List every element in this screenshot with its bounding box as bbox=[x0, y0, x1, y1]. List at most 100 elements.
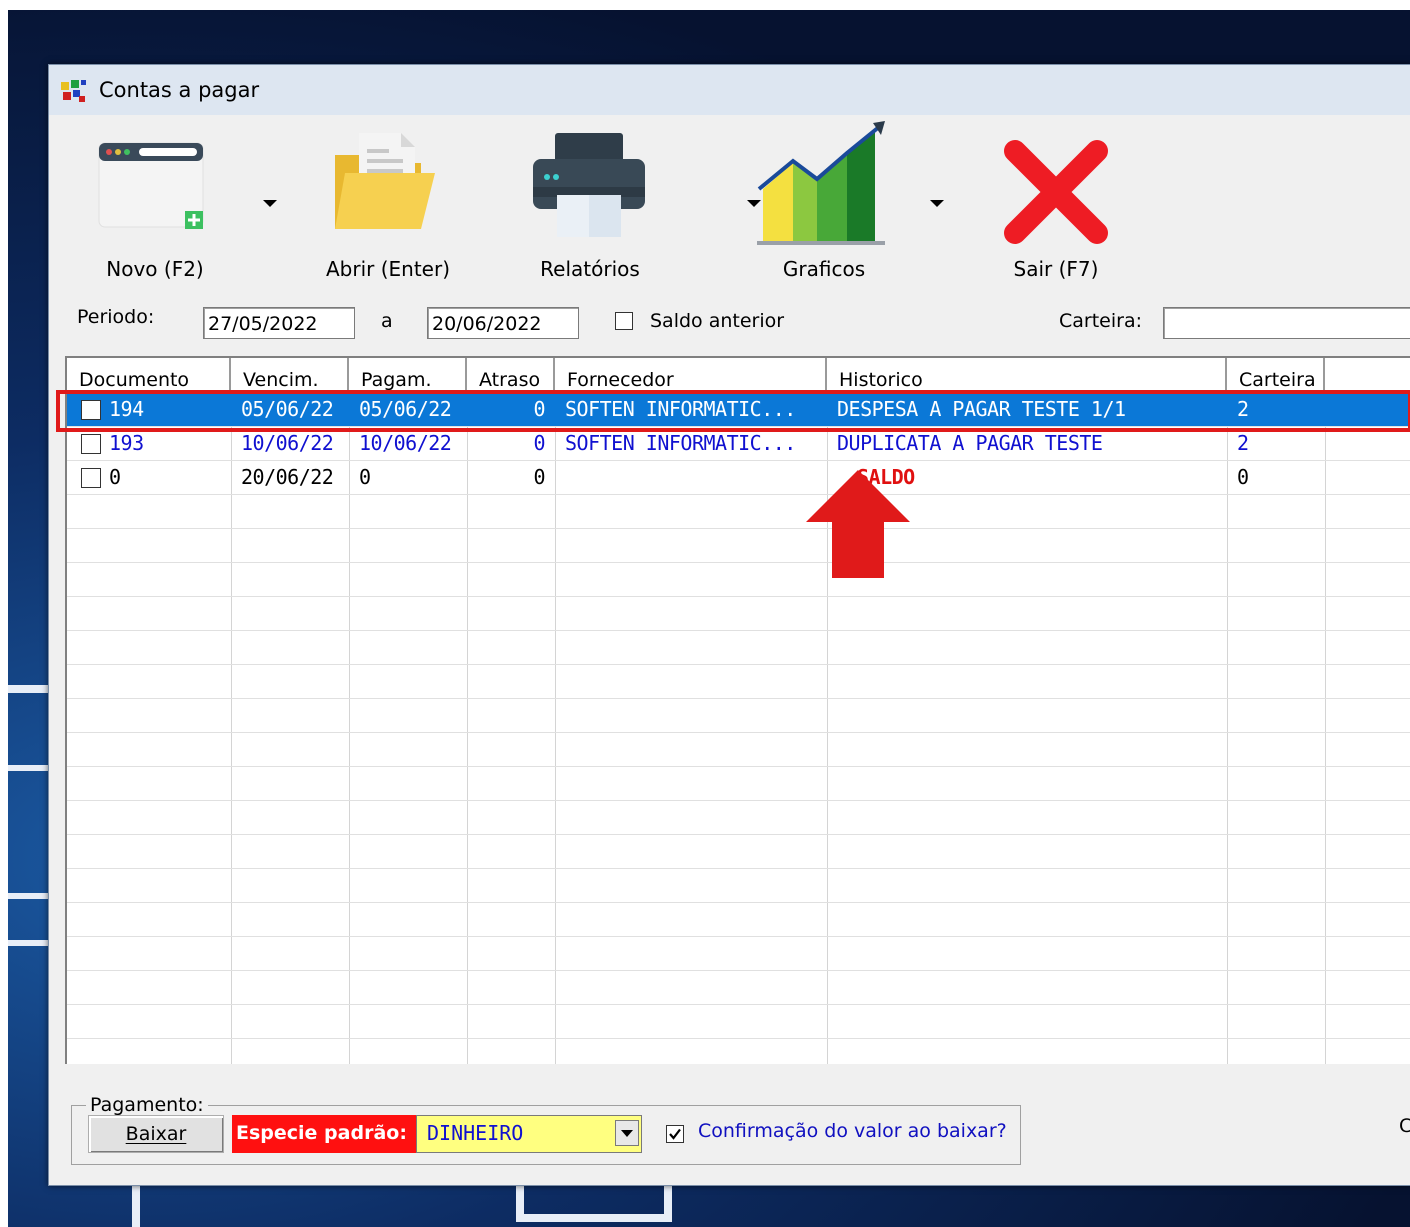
desktop-decoration bbox=[132, 1184, 140, 1227]
grid-line bbox=[67, 1004, 1410, 1005]
row-checkbox[interactable] bbox=[81, 468, 101, 488]
sair-label: Sair (F7) bbox=[1013, 257, 1099, 281]
graficos-label: Graficos bbox=[782, 257, 866, 281]
date-from-field[interactable]: 27/05/2022 bbox=[203, 307, 355, 339]
cell-fornecedor bbox=[555, 460, 827, 494]
desktop-decoration bbox=[664, 1184, 672, 1220]
grid-line bbox=[67, 698, 1410, 699]
grid-line bbox=[67, 970, 1410, 971]
col-extra-header[interactable] bbox=[1325, 358, 1410, 392]
cell-vencim: 10/06/22 bbox=[241, 431, 334, 455]
grid-line bbox=[67, 868, 1410, 869]
close-icon bbox=[1004, 140, 1108, 244]
graficos-button[interactable]: Graficos bbox=[749, 115, 959, 290]
grid-line bbox=[67, 766, 1410, 767]
abrir-button[interactable]: Abrir (Enter) bbox=[307, 115, 467, 290]
cell-documento: 193 bbox=[109, 431, 144, 455]
cell-pagam: 10/06/22 bbox=[359, 431, 452, 455]
table-row[interactable]: 193 10/06/22 10/06/22 0 SOFTEN INFORMATI… bbox=[67, 426, 1410, 460]
novo-button[interactable]: Novo (F2) bbox=[69, 115, 289, 290]
desktop-decoration bbox=[8, 940, 48, 946]
col-documento-header[interactable]: Documento bbox=[67, 358, 231, 392]
cell-atraso: 0 bbox=[533, 397, 545, 421]
novo-dropdown-arrow[interactable] bbox=[263, 200, 277, 207]
cell-fornecedor: SOFTEN INFORMATIC... bbox=[565, 397, 796, 421]
abrir-label: Abrir (Enter) bbox=[325, 257, 451, 281]
grid-header: Documento Vencim. Pagam. Atraso Forneced… bbox=[67, 358, 1410, 392]
chart-icon bbox=[757, 121, 885, 245]
sair-button[interactable]: Sair (F7) bbox=[979, 115, 1139, 290]
cell-carteira: 2 bbox=[1237, 397, 1249, 421]
checkmark-icon bbox=[669, 1128, 681, 1140]
col-carteira-header[interactable]: Carteira bbox=[1227, 358, 1325, 392]
confirmacao-label: Confirmação do valor ao baixar? bbox=[698, 1120, 1007, 1142]
truncated-right-label: C bbox=[1399, 1115, 1410, 1137]
chevron-down-icon[interactable] bbox=[615, 1120, 639, 1146]
col-vencim-header[interactable]: Vencim. bbox=[231, 358, 349, 392]
grid-line bbox=[67, 834, 1410, 835]
app-icon bbox=[61, 80, 86, 102]
saldo-anterior-checkbox[interactable] bbox=[615, 312, 633, 330]
grid-line bbox=[67, 800, 1410, 801]
cell-carteira: 0 bbox=[1237, 465, 1249, 489]
col-atraso-header[interactable]: Atraso bbox=[467, 358, 555, 392]
cell-documento: 0 bbox=[109, 465, 121, 489]
confirmacao-checkbox[interactable] bbox=[666, 1125, 684, 1143]
desktop-decoration bbox=[8, 765, 48, 771]
cell-atraso: 0 bbox=[533, 431, 545, 455]
filter-bar: Periodo: 27/05/2022 a 20/06/2022 Saldo a… bbox=[49, 290, 1410, 350]
screen-left-edge bbox=[0, 0, 8, 1227]
cell-vencim: 20/06/22 bbox=[241, 465, 334, 489]
relatorios-label: Relatórios bbox=[540, 257, 640, 281]
grid-line bbox=[67, 902, 1410, 903]
cell-pagam: 05/06/22 bbox=[359, 397, 452, 421]
date-to-field[interactable]: 20/06/2022 bbox=[427, 307, 579, 339]
pagamento-group: Pagamento: Baixar Especie padrão: DINHEI… bbox=[71, 1094, 1021, 1165]
cell-fornecedor: SOFTEN INFORMATIC... bbox=[565, 431, 796, 455]
baixar-label: Baixar bbox=[125, 1123, 187, 1145]
col-historico-header[interactable]: Historico bbox=[827, 358, 1227, 392]
especie-padrao-label: Especie padrão: bbox=[232, 1115, 416, 1153]
desktop-decoration bbox=[8, 893, 48, 899]
cell-documento: 194 bbox=[109, 397, 144, 421]
table-row[interactable]: 0 20/06/22 0 0 SALDO 0 bbox=[67, 460, 1410, 494]
carteira-field[interactable] bbox=[1163, 307, 1410, 339]
cell-atraso: 0 bbox=[533, 465, 545, 489]
toolbar: Novo (F2) Abrir (Enter) Relatórios Grafi… bbox=[49, 115, 1410, 290]
row-checkbox[interactable] bbox=[81, 400, 101, 420]
especie-padrao-select[interactable]: DINHEIRO bbox=[416, 1115, 642, 1153]
grid-line bbox=[67, 528, 1410, 529]
grid-line bbox=[67, 732, 1410, 733]
a-label: a bbox=[381, 310, 393, 332]
novo-label: Novo (F2) bbox=[106, 257, 204, 281]
grid-line bbox=[67, 494, 1410, 495]
folder-icon bbox=[335, 133, 435, 229]
cell-carteira: 2 bbox=[1237, 431, 1249, 455]
pagamento-legend: Pagamento: bbox=[86, 1094, 208, 1116]
grid-line bbox=[67, 562, 1410, 563]
contas-grid[interactable]: Documento Vencim. Pagam. Atraso Forneced… bbox=[65, 356, 1410, 1064]
contas-a-pagar-window: Contas a pagar Novo (F2) Abrir (Enter) R… bbox=[48, 64, 1410, 1186]
new-window-icon bbox=[98, 142, 204, 229]
row-checkbox[interactable] bbox=[81, 434, 101, 454]
desktop-decoration bbox=[8, 685, 48, 693]
grid-line bbox=[67, 664, 1410, 665]
periodo-label: Periodo: bbox=[77, 306, 155, 328]
grid-line bbox=[67, 936, 1410, 937]
title-bar[interactable]: Contas a pagar bbox=[49, 65, 1410, 115]
printer-icon bbox=[533, 133, 645, 237]
relatorios-button[interactable]: Relatórios bbox=[519, 115, 761, 290]
table-row[interactable]: 194 05/06/22 05/06/22 0 SOFTEN INFORMATI… bbox=[67, 392, 1410, 426]
col-fornecedor-header[interactable]: Fornecedor bbox=[555, 358, 827, 392]
cell-pagam: 0 bbox=[359, 465, 371, 489]
cell-historico: DUPLICATA A PAGAR TESTE bbox=[837, 431, 1103, 455]
desktop-decoration bbox=[516, 1214, 672, 1222]
graficos-dropdown-arrow[interactable] bbox=[930, 200, 944, 207]
grid-line bbox=[67, 1038, 1410, 1039]
especie-padrao-value: DINHEIRO bbox=[427, 1121, 524, 1145]
annotation-arrow-up-icon bbox=[806, 470, 910, 578]
grid-line bbox=[67, 630, 1410, 631]
baixar-button[interactable]: Baixar bbox=[88, 1115, 224, 1153]
cell-vencim: 05/06/22 bbox=[241, 397, 334, 421]
col-pagam-header[interactable]: Pagam. bbox=[349, 358, 467, 392]
